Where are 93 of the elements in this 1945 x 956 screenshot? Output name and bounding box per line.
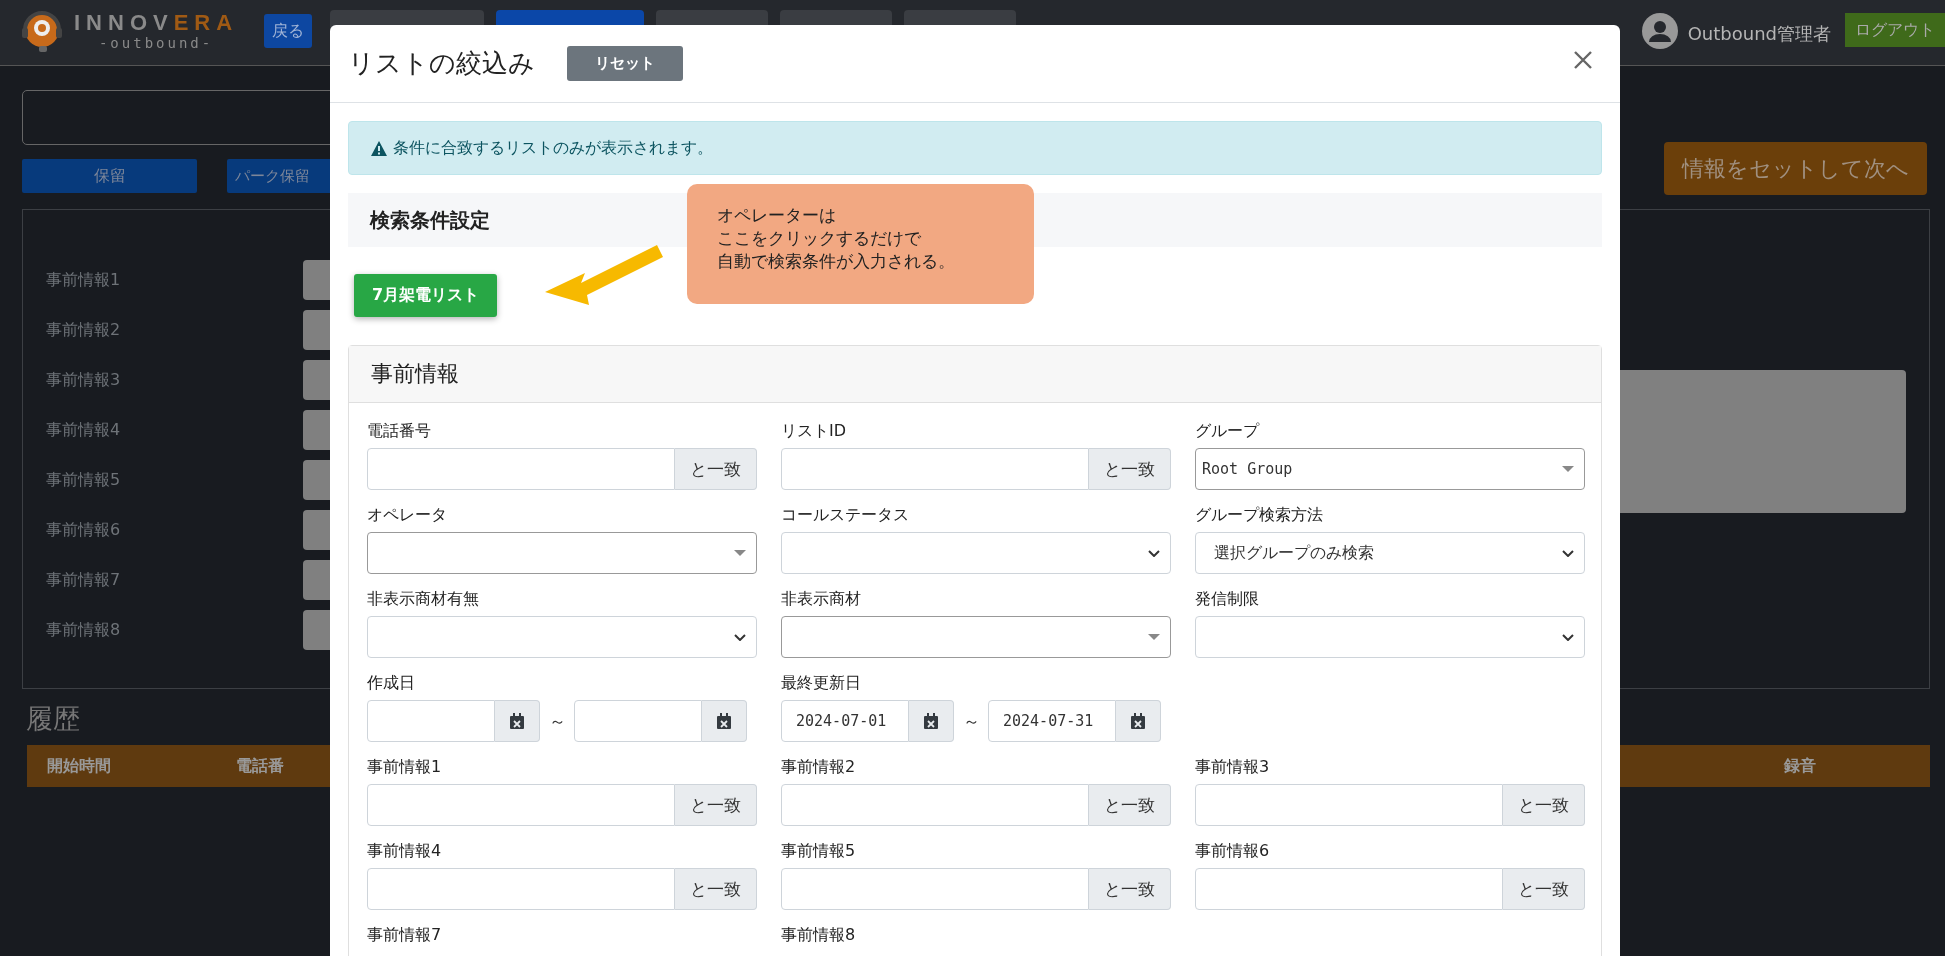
card-title: 事前情報: [371, 360, 459, 388]
field-label: 電話番号: [367, 421, 432, 442]
reset-button[interactable]: リセット: [567, 46, 683, 81]
calendar-x-icon: [509, 713, 525, 729]
back-button[interactable]: 戻る: [264, 14, 313, 48]
match-label: と一致: [675, 784, 757, 826]
text-input[interactable]: [367, 868, 675, 910]
column-header: 電話番: [236, 755, 284, 777]
field-label: オペレータ: [367, 505, 448, 526]
range-separator: ～: [547, 709, 567, 733]
field-label: 非表示商材: [781, 589, 862, 610]
field-label: グループ: [1195, 421, 1261, 442]
field-label: 事前情報2: [46, 319, 122, 341]
text-input[interactable]: [1195, 784, 1503, 826]
close-icon[interactable]: [1574, 50, 1592, 69]
logout-button[interactable]: ログアウト: [1845, 13, 1945, 47]
text-input[interactable]: [781, 448, 1089, 490]
field-label: 事前情報5: [781, 841, 857, 862]
text-input[interactable]: [781, 868, 1089, 910]
chevron-icon: [734, 633, 746, 641]
field-label: 事前情報3: [1195, 757, 1271, 778]
field-label: 事前情報1: [46, 269, 122, 291]
field-label: 最終更新日: [781, 673, 862, 694]
field-label: 事前情報7: [46, 569, 122, 591]
modal-title: リストの絞込み: [348, 47, 535, 80]
field-label: 作成日: [367, 673, 416, 694]
chevron-icon: [1148, 549, 1160, 557]
field-label: グループ検索方法: [1195, 505, 1324, 526]
field-label: 事前情報3: [46, 369, 122, 391]
match-label: と一致: [1503, 868, 1585, 910]
field-label: 事前情報8: [46, 619, 122, 641]
field-label: 事前情報6: [1195, 841, 1271, 862]
column-header: 録音: [1784, 755, 1816, 777]
text-input[interactable]: [367, 784, 675, 826]
text-input[interactable]: [781, 784, 1089, 826]
range-separator: ～: [961, 709, 981, 733]
user-avatar-icon: [1641, 13, 1678, 49]
match-label: と一致: [1089, 784, 1171, 826]
headset-logo-icon: [20, 8, 64, 54]
field-label: 事前情報4: [46, 419, 122, 441]
date-input[interactable]: [574, 700, 702, 742]
chevron-icon: [1562, 549, 1574, 557]
field-label: 事前情報4: [367, 841, 443, 862]
search-select[interactable]: Root Group: [1195, 448, 1585, 490]
date-input[interactable]: 2024-07-01: [781, 700, 909, 742]
callout-note: オペレーターは ここをクリックするだけで 自動で検索条件が入力される。: [687, 184, 1034, 304]
dropdown-select[interactable]: 選択グループのみ検索: [1195, 532, 1585, 574]
field-label: 事前情報6: [46, 519, 122, 541]
caret-icon: [734, 549, 746, 557]
match-label: と一致: [675, 448, 757, 490]
field-label: 事前情報1: [367, 757, 443, 778]
caret-icon: [1148, 633, 1160, 641]
search-select[interactable]: [367, 532, 757, 574]
field-label: リストID: [781, 421, 848, 442]
user-name: Outbound管理者: [1687, 22, 1831, 46]
calendar-x-icon: [923, 713, 939, 729]
logo-subtitle: -outbound-: [98, 35, 214, 51]
warning-icon: [371, 140, 387, 156]
preset-button[interactable]: 7月架電リスト: [354, 274, 498, 317]
field-label: 事前情報2: [781, 757, 857, 778]
calendar-clear-button[interactable]: [1116, 700, 1161, 742]
match-label: と一致: [1089, 868, 1171, 910]
field-label: 発信制限: [1195, 589, 1260, 610]
caret-icon: [1562, 465, 1574, 473]
match-label: と一致: [1503, 784, 1585, 826]
section-heading: 履歴: [26, 702, 80, 736]
dropdown-select[interactable]: [781, 532, 1171, 574]
hold-button[interactable]: 保留: [22, 159, 197, 193]
next-button[interactable]: 情報をセットして次へ: [1664, 142, 1927, 195]
field-label: 事前情報5: [46, 469, 122, 491]
text-input[interactable]: [1195, 868, 1503, 910]
search-select[interactable]: [781, 616, 1171, 658]
calendar-clear-button[interactable]: [495, 700, 540, 742]
alert-text: 条件に合致するリストのみが表示されます。: [393, 137, 713, 159]
column-header: 開始時間: [47, 755, 111, 777]
field-label: 事前情報8: [781, 925, 857, 946]
match-label: と一致: [675, 868, 757, 910]
field-label: コールステータス: [781, 505, 910, 526]
field-label: 非表示商材有無: [367, 589, 480, 610]
date-input[interactable]: [367, 700, 495, 742]
dropdown-select[interactable]: [367, 616, 757, 658]
chevron-icon: [1562, 633, 1574, 641]
calendar-clear-button[interactable]: [909, 700, 954, 742]
calendar-clear-button[interactable]: [702, 700, 747, 742]
calendar-x-icon: [716, 713, 732, 729]
dropdown-select[interactable]: [1195, 616, 1585, 658]
date-input[interactable]: 2024-07-31: [988, 700, 1116, 742]
logo-wordmark: INNOV ERA: [74, 11, 239, 35]
section-title: 検索条件設定: [370, 206, 490, 234]
field-label: 事前情報7: [367, 925, 443, 946]
match-label: と一致: [1089, 448, 1171, 490]
text-input[interactable]: [367, 448, 675, 490]
calendar-x-icon: [1130, 713, 1146, 729]
